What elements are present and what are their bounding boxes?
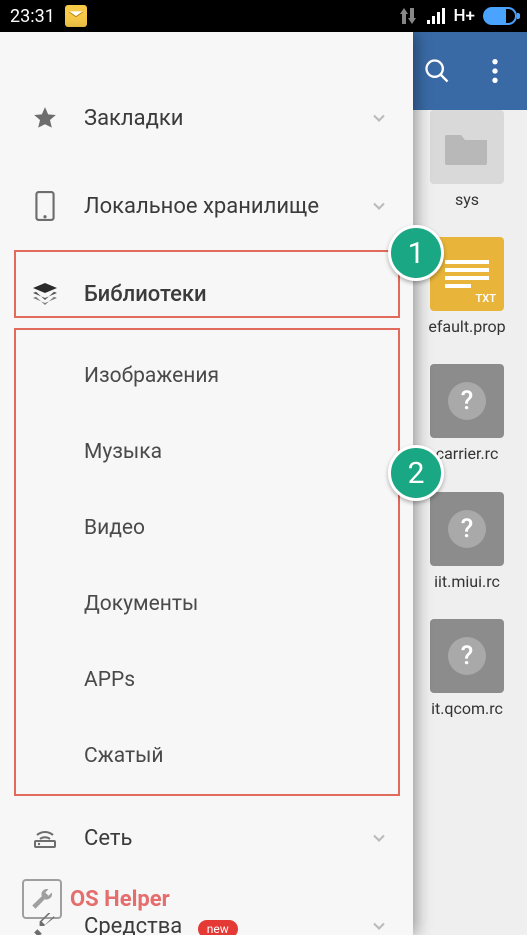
drawer-item-label: Закладки (84, 106, 369, 131)
file-item-folder[interactable]: sys (407, 110, 527, 209)
drawer-item-local-storage[interactable]: Локальное хранилище (0, 162, 413, 250)
unknown-file-icon: ? (430, 619, 504, 693)
drawer-subitem-video[interactable]: Видео (0, 490, 413, 566)
drawer-item-label: Локальное хранилище (84, 194, 369, 219)
drawer-subitem-compressed[interactable]: Сжатый (0, 718, 413, 794)
drawer-item-network[interactable]: Сеть (0, 794, 413, 882)
file-label: efault.prop (417, 317, 517, 336)
drawer-subitem-label: Изображения (84, 364, 219, 388)
wrench-icon (22, 879, 62, 919)
data-traffic-icon (398, 8, 418, 24)
new-badge: new (198, 920, 238, 935)
unknown-file-icon: ? (430, 492, 504, 566)
unknown-file-icon: ? (430, 364, 504, 438)
search-button[interactable] (417, 51, 457, 91)
drawer-item-label: Библиотеки (84, 282, 389, 307)
battery-icon (483, 7, 517, 25)
file-item-unknown[interactable]: ? it.qcom.rc (407, 619, 527, 718)
drawer-subitem-music[interactable]: Музыка (0, 414, 413, 490)
phone-icon (28, 191, 62, 221)
drawer-item-libraries[interactable]: Библиотеки (0, 250, 413, 338)
chevron-down-icon (369, 916, 389, 935)
annotation-callout-2: 2 (388, 445, 444, 501)
drawer-subitem-label: Видео (84, 516, 145, 540)
layers-icon (28, 281, 62, 307)
navigation-drawer: Закладки Локальное хранилище Библиотеки … (0, 32, 413, 935)
drawer-item-bookmarks[interactable]: Закладки (0, 74, 413, 162)
drawer-subitem-apps[interactable]: APPs (0, 642, 413, 718)
file-label: sys (417, 190, 517, 209)
drawer-subitem-documents[interactable]: Документы (0, 566, 413, 642)
status-bar: 23:31 H+ (0, 0, 527, 32)
file-label: it.qcom.rc (417, 699, 517, 718)
star-icon (28, 105, 62, 131)
drawer-subitem-label: Сжатый (84, 744, 164, 768)
signal-icon (426, 8, 446, 24)
chevron-down-icon (369, 828, 389, 848)
drawer-subitem-images[interactable]: Изображения (0, 338, 413, 414)
mail-notification-icon (65, 5, 87, 27)
network-icon (28, 827, 62, 849)
watermark-logo: OS Helper (22, 879, 170, 919)
file-item-unknown[interactable]: ? iit.miui.rc (407, 492, 527, 591)
clock: 23:31 (10, 6, 55, 27)
folder-icon (430, 110, 504, 184)
chevron-down-icon (369, 108, 389, 128)
file-label: iit.miui.rc (417, 572, 517, 591)
watermark-text: OS Helper (70, 887, 170, 912)
annotation-callout-1: 1 (388, 225, 444, 281)
network-type: H+ (454, 6, 476, 26)
drawer-item-label: Сеть (84, 826, 369, 851)
drawer-subitem-label: Музыка (84, 440, 162, 464)
drawer-subitem-label: APPs (84, 668, 135, 692)
chevron-down-icon (369, 196, 389, 216)
overflow-menu-button[interactable] (475, 51, 515, 91)
drawer-subitem-label: Документы (84, 592, 198, 616)
